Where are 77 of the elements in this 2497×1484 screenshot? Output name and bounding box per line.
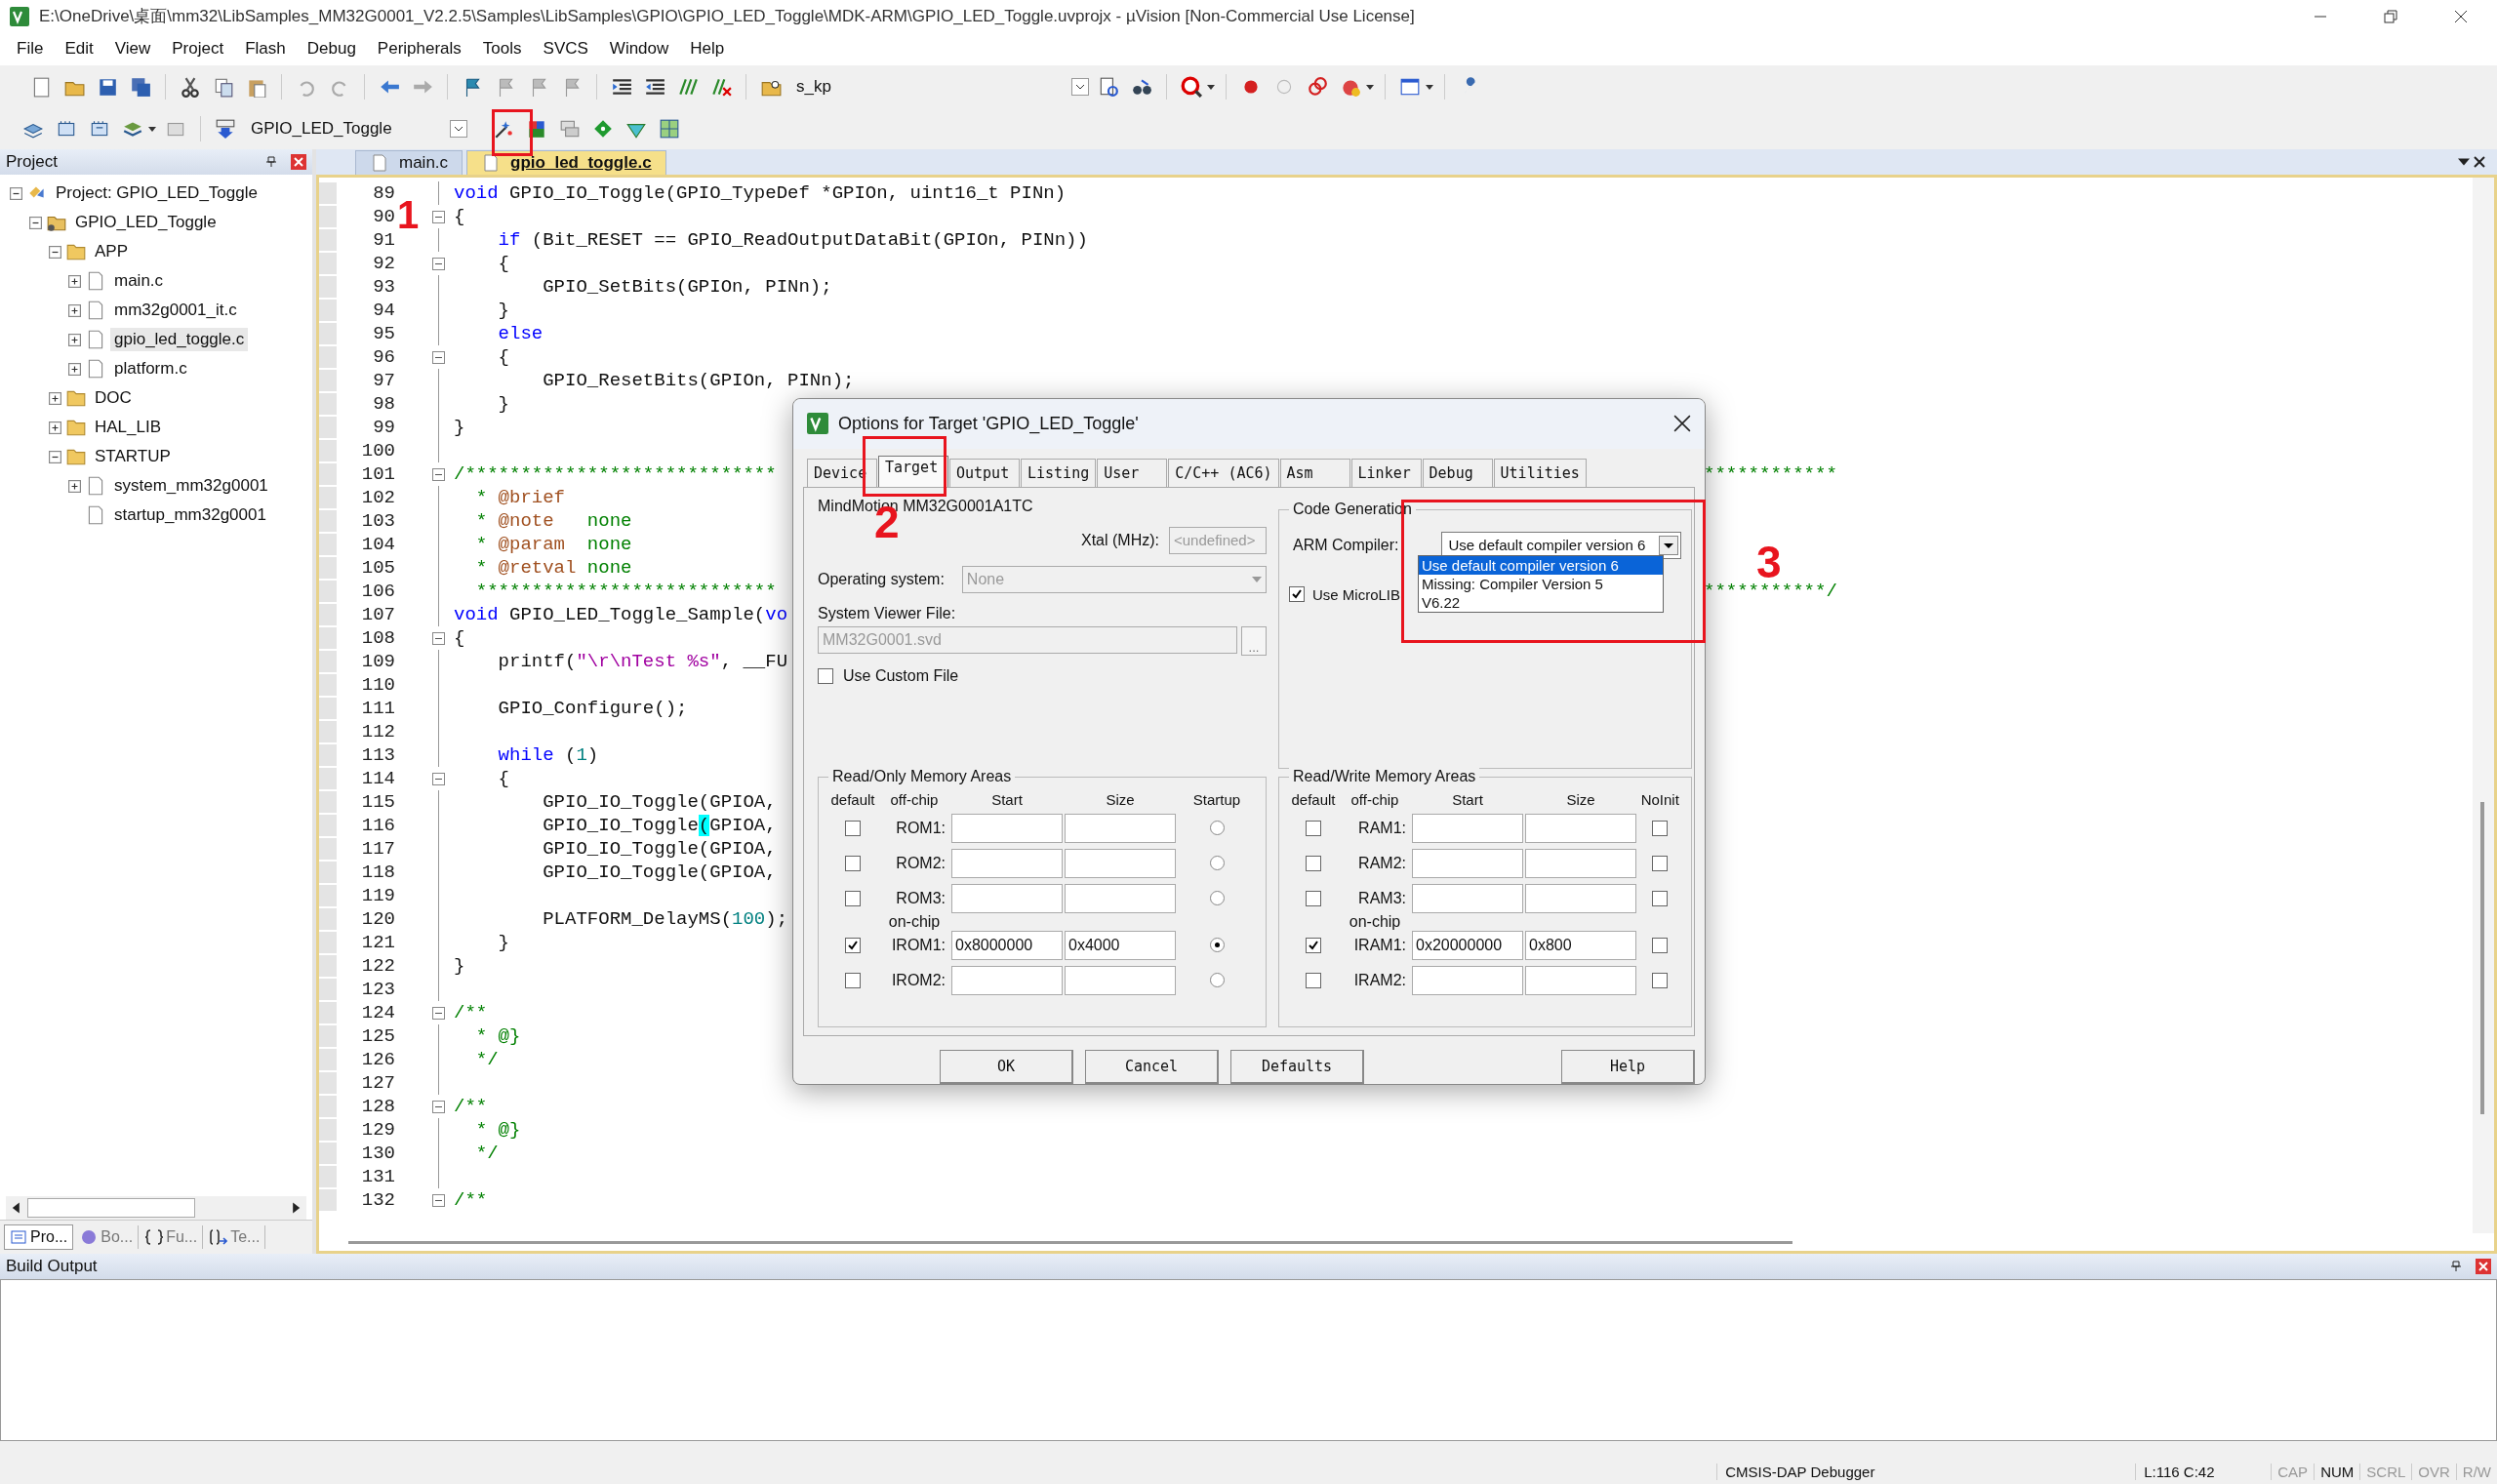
column-header: default (1290, 790, 1337, 808)
code-line: { (497, 346, 509, 368)
group-title: Read/Only Memory Areas (828, 767, 1016, 785)
column-header: off-chip (1349, 790, 1400, 808)
code-line: { (453, 206, 465, 227)
code-line: * @param none (474, 534, 632, 555)
code-line: /**************************** (453, 463, 777, 485)
section-caption: on-chip (1348, 912, 1402, 931)
panel-title: Build Output (6, 1257, 98, 1276)
cursor-position: L:116 C:42 (2135, 1463, 2272, 1480)
code-line: printf("\r\nTest %s", __FU (497, 651, 788, 672)
code-line: else (497, 323, 544, 344)
code-line: } (497, 932, 509, 953)
code-line: * @} (474, 1119, 521, 1141)
code-line: * @brief (474, 487, 566, 508)
field-label: ROM1: (895, 819, 946, 837)
field-label: IRAM2: (1352, 971, 1407, 989)
code-line: void GPIO_LED_Toggle_Sample(vo (453, 604, 788, 625)
field-label: RAM1: (1357, 819, 1407, 837)
code-line: } (453, 417, 465, 438)
column-header: Size (1565, 790, 1596, 808)
field-label: Operating system: (818, 570, 945, 588)
code-line: { (453, 627, 465, 649)
code-line: */ (474, 1049, 499, 1070)
code-line: { (497, 768, 509, 789)
column-header: off-chip (889, 790, 940, 808)
code-line: void GPIO_IO_Toggle(GPIO_TypeDef *GPIOn, uint16_t PINn) (453, 182, 1067, 204)
column-header: Startup (1191, 790, 1242, 808)
code-line: /** (453, 1002, 488, 1023)
code-line: GPIO_SetBits(GPIOn, PINn); (542, 276, 832, 298)
column-header: default (829, 790, 876, 808)
code-line: GPIO_IO_Toggle(GPIOA, (542, 791, 777, 813)
section-caption: on-chip (887, 912, 942, 931)
code-line: } (453, 955, 465, 977)
code-line: GPIO_Configure(); (497, 698, 688, 719)
code-line: GPIO_IO_Toggle(GPIOA, (542, 862, 777, 883)
column-header: Size (1105, 790, 1136, 808)
key-indicator: SCRL (2359, 1463, 2412, 1480)
field-label: RAM3: (1357, 889, 1407, 907)
field-label: IROM2: (890, 971, 946, 989)
code-line: { (497, 253, 509, 274)
debugger-status: CMSIS-DAP Debugger (1716, 1463, 2136, 1480)
code-line: * @note none (474, 510, 632, 532)
group-title: Read/Write Memory Areas (1289, 767, 1480, 785)
code-line: */ (474, 1143, 499, 1164)
code-line: while (1) (497, 744, 599, 766)
code-line: } (497, 393, 509, 415)
field-label: IRAM1: (1352, 936, 1407, 954)
column-header: NoInit (1639, 790, 1680, 808)
window-title: E:\OneDrive\桌面\mm32\LibSamples_MM32G0001_V2.2.5\Samples\LibSamples\GPIO\GPIO_LED_Toggle\MDK-ARM\GPIO_LED_Toggle.uvprojx - µVision [Non-Commercial Use License] (39, 6, 1415, 27)
code-line: GPIO_IO_Toggle(GPIOA, (542, 838, 777, 860)
field-label: System Viewer File: (818, 604, 957, 622)
column-header: Start (990, 790, 1024, 808)
field-label: Xtal (MHz): (1081, 531, 1159, 549)
code-line: /** (453, 1189, 488, 1211)
code-line: GPIO_ResetBits(GPIOn, PINn); (542, 370, 855, 391)
code-line: *************************** (474, 581, 777, 602)
code-line: * @retval none (474, 557, 632, 579)
field-label: ARM Compiler: (1293, 536, 1399, 554)
code-line: } (497, 300, 509, 321)
panel-title: Project (6, 152, 58, 172)
column-header: Start (1451, 790, 1484, 808)
dialog-title: Options for Target 'GPIO_LED_Toggle' (838, 414, 1139, 434)
code-line: if (Bit_RESET == GPIO_ReadOutputDataBit(GPIOn, PINn)) (497, 229, 1088, 251)
key-indicator: CAP (2271, 1463, 2315, 1480)
field-label: RAM2: (1357, 854, 1407, 872)
key-indicator: NUM (2314, 1463, 2360, 1480)
field-label: ROM2: (895, 854, 946, 872)
field-label: IROM1: (890, 936, 946, 954)
key-indicator: R/W (2455, 1463, 2497, 1480)
code-line: ************ (1704, 463, 1837, 485)
code-line: /** (453, 1096, 488, 1117)
key-indicator: OVR (2411, 1463, 2456, 1480)
field-label: ROM3: (895, 889, 946, 907)
code-line: * @} (474, 1025, 521, 1047)
code-line: GPIO_IO_Toggle(GPIOA, (542, 815, 777, 836)
code-line: PLATFORM_DelayMS(100); (542, 908, 788, 930)
